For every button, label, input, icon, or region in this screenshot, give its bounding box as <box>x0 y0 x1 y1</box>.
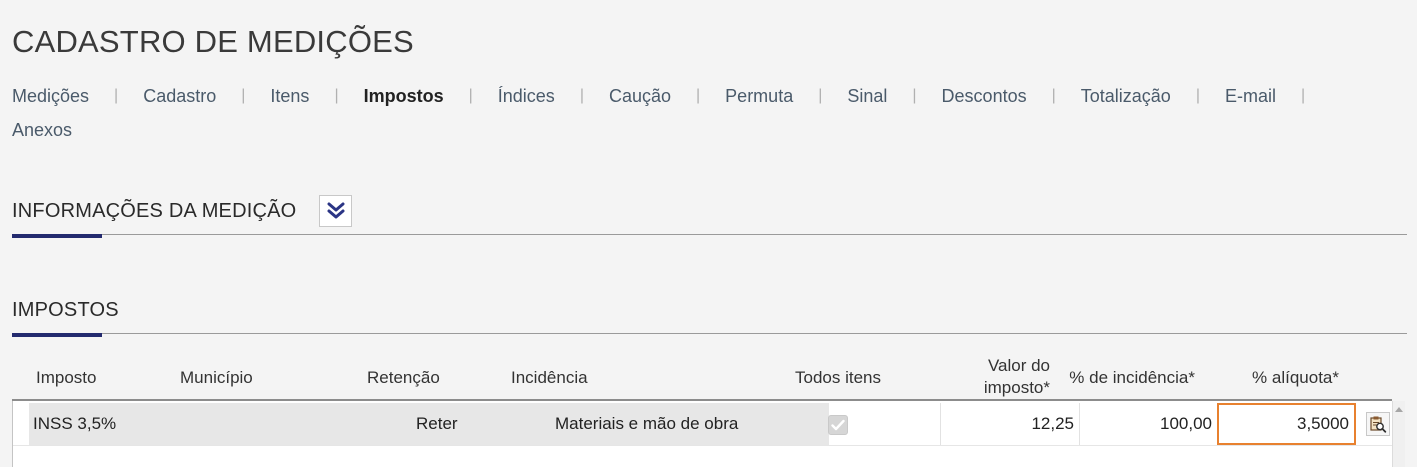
checkmark-icon <box>831 419 845 431</box>
grid-header: Imposto Município Retenção Incidência To… <box>12 350 1392 401</box>
expand-section-button[interactable] <box>319 195 352 227</box>
double-chevron-down-icon <box>327 202 344 219</box>
tab-itens[interactable]: Itens <box>270 86 309 107</box>
tab-impostos[interactable]: Impostos <box>364 86 444 107</box>
section-accent-bar <box>12 234 102 238</box>
scroll-up-arrow-icon[interactable] <box>1395 407 1403 412</box>
tab-indices[interactable]: Índices <box>498 86 555 107</box>
tab-separator: | <box>334 87 339 104</box>
column-header-pct-incidencia[interactable]: % de incidência* <box>1069 368 1195 388</box>
clipboard-search-icon <box>1370 416 1387 433</box>
tab-separator: | <box>818 87 823 104</box>
section-divider <box>12 333 1407 334</box>
tab-separator: | <box>1195 87 1200 104</box>
column-header-retencao[interactable]: Retenção <box>367 368 440 388</box>
tab-separator: | <box>579 87 584 104</box>
section-title-impostos: IMPOSTOS <box>12 299 119 321</box>
cell-pct-incidencia[interactable]: 100,00 <box>1080 403 1218 445</box>
vertical-scrollbar[interactable] <box>1392 401 1405 467</box>
tab-separator: | <box>241 87 246 104</box>
tab-separator: | <box>114 87 119 104</box>
tab-row-2: Anexos <box>12 118 1402 142</box>
section-title-informacoes: INFORMAÇÕES DA MEDIÇÃO <box>12 200 297 222</box>
column-header-todos-itens[interactable]: Todos itens <box>795 368 881 388</box>
tab-separator: | <box>1051 87 1056 104</box>
row-divider <box>13 445 1393 446</box>
tab-separator: | <box>1300 87 1306 104</box>
tab-separator: | <box>696 87 701 104</box>
column-header-municipio[interactable]: Município <box>180 368 253 388</box>
column-header-incidencia[interactable]: Incidência <box>511 368 588 388</box>
column-header-valor-line1: Valor do <box>987 356 1050 375</box>
column-header-pct-aliquota[interactable]: % alíquota* <box>1252 368 1339 388</box>
cell-incidencia: Materiais e mão de obra <box>555 414 739 433</box>
cell-retencao: Reter <box>416 414 458 433</box>
section-accent-bar <box>12 333 102 337</box>
column-header-valor-line2: imposto* <box>983 378 1050 397</box>
tab-separator: | <box>468 87 473 104</box>
tab-row-1: Medições | Cadastro | Itens | Impostos | Índices… <box>12 84 1402 108</box>
tab-caucao[interactable]: Caução <box>609 86 671 107</box>
tab-medicoes[interactable]: Medições <box>12 86 89 107</box>
cell-valor-imposto[interactable]: 12,25 <box>941 403 1080 445</box>
tab-bar: Medições | Cadastro | Itens | Impostos | Índices… <box>12 84 1402 142</box>
table-row[interactable]: INSS 3,5% Reter Materiais e mão de obra … <box>12 401 1393 467</box>
tab-totalizacao[interactable]: Totalização <box>1081 86 1171 107</box>
lookup-button[interactable] <box>1366 412 1390 436</box>
aliquota-input[interactable] <box>1217 403 1356 445</box>
tab-cadastro[interactable]: Cadastro <box>143 86 216 107</box>
column-header-valor-imposto[interactable]: Valor do imposto* <box>984 355 1050 399</box>
impostos-grid: Imposto Município Retenção Incidência To… <box>12 350 1405 467</box>
cell-imposto: INSS 3,5% <box>33 414 117 433</box>
section-divider <box>12 234 1407 235</box>
column-header-imposto[interactable]: Imposto <box>36 368 96 388</box>
tab-anexos[interactable]: Anexos <box>12 120 72 141</box>
tab-separator: | <box>912 87 917 104</box>
tab-e-mail[interactable]: E-mail <box>1225 86 1276 107</box>
page-title: CADASTRO DE MEDIÇÕES <box>12 24 414 59</box>
tab-descontos[interactable]: Descontos <box>942 86 1027 107</box>
todos-itens-checkbox[interactable] <box>828 415 848 435</box>
tab-sinal[interactable]: Sinal <box>847 86 887 107</box>
tab-permuta[interactable]: Permuta <box>725 86 793 107</box>
